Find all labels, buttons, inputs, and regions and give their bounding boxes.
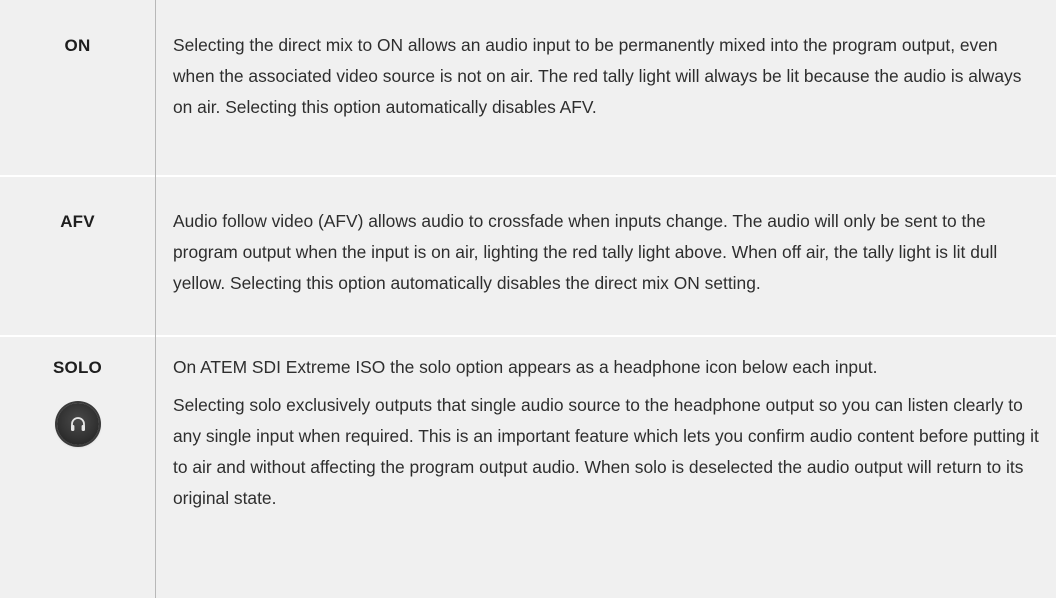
description-solo-detail: Selecting solo exclusively outputs that … (173, 395, 1039, 508)
settings-table: ON Selecting the direct mix to ON allows… (0, 0, 1056, 598)
headphone-icon (71, 417, 85, 431)
description-on-text: Selecting the direct mix to ON allows an… (173, 35, 1022, 117)
description-solo-intro: On ATEM SDI Extreme ISO the solo option … (173, 357, 878, 377)
table-row-afv: AFV Audio follow video (AFV) allows audi… (0, 177, 1056, 335)
column-divider (155, 0, 156, 598)
table-row-on: ON Selecting the direct mix to ON allows… (0, 0, 1056, 175)
description-afv: Audio follow video (AFV) allows audio to… (173, 206, 1043, 299)
term-on: ON (64, 36, 91, 55)
table-row-solo: SOLO On ATEM SDI Extreme ISO the solo op… (0, 337, 1056, 598)
term-afv: AFV (60, 212, 95, 231)
description-afv-text: Audio follow video (AFV) allows audio to… (173, 211, 998, 293)
term-solo: SOLO (53, 358, 102, 377)
description-on: Selecting the direct mix to ON allows an… (173, 30, 1043, 123)
solo-button (57, 403, 99, 445)
description-solo: On ATEM SDI Extreme ISO the solo option … (173, 352, 1043, 514)
